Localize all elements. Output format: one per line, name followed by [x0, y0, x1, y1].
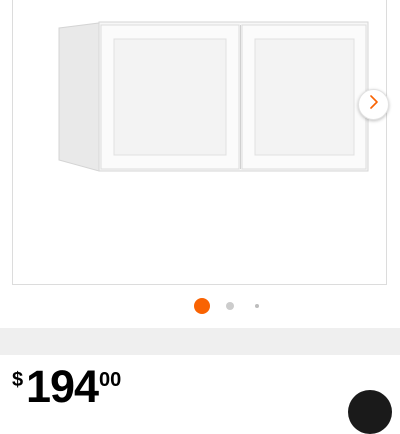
- price-dollars: 194: [26, 361, 99, 412]
- product-image: [58, 21, 369, 172]
- carousel-dot-3[interactable]: [255, 304, 259, 308]
- chevron-right-icon: [368, 95, 380, 114]
- carousel-dot-1[interactable]: [194, 298, 210, 314]
- price-currency-symbol: $: [12, 369, 24, 391]
- next-image-button[interactable]: [358, 89, 389, 120]
- price-cents: 00: [99, 369, 122, 391]
- carousel-dot-2[interactable]: [226, 302, 234, 310]
- section-divider: [0, 328, 400, 355]
- carousel-pagination: [0, 298, 400, 314]
- product-image-gallery[interactable]: [12, 0, 389, 285]
- floating-action-button[interactable]: [348, 390, 392, 434]
